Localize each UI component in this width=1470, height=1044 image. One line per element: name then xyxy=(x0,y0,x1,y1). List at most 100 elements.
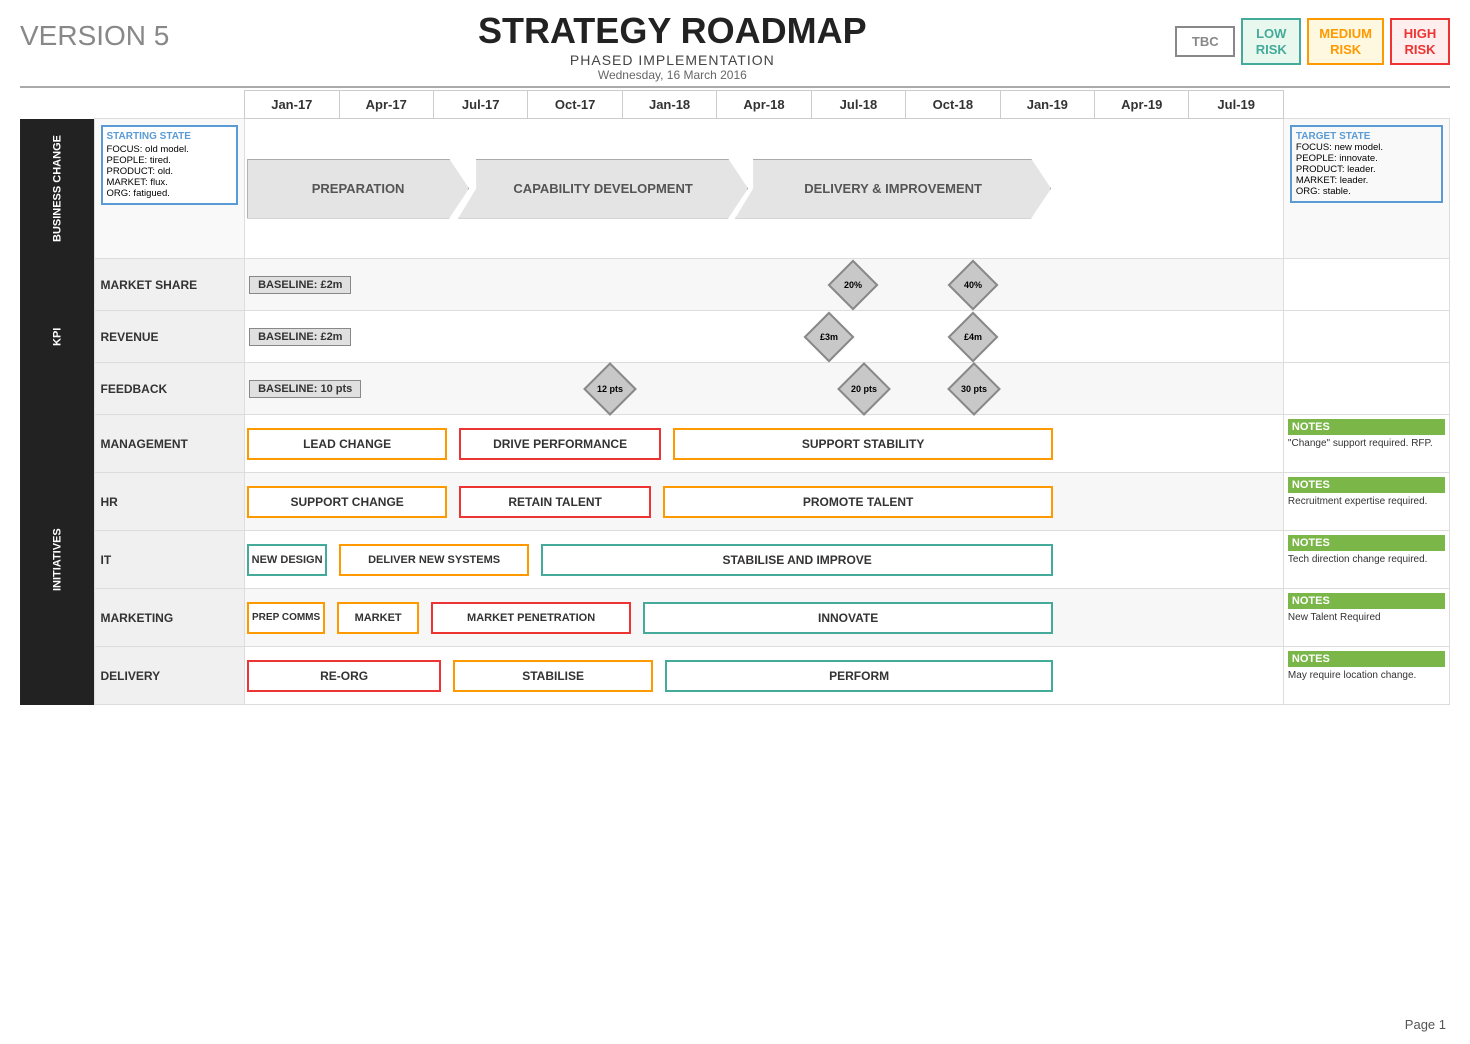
it-notes-title: NOTES xyxy=(1288,535,1445,551)
bar-re-org: RE-ORG xyxy=(247,660,441,692)
version-label: VERSION 5 xyxy=(20,10,169,52)
col-apr19: Apr-19 xyxy=(1095,91,1189,119)
market-share-notes xyxy=(1283,259,1449,311)
kpi-revenue-row: REVENUE BASELINE: £2m £3m £4m xyxy=(20,311,1450,363)
col-jan19: Jan-19 xyxy=(1000,91,1094,119)
feedback-diamond-12: 12 pts xyxy=(583,362,637,416)
risk-badges: TBC LOWRISK MEDIUMRISK HIGHRISK xyxy=(1175,10,1450,65)
market-share-diamond-40: 40% xyxy=(948,259,999,310)
phase-delivery: DELIVERY & IMPROVEMENT xyxy=(735,159,1051,219)
kpi-market-share-row: KPI MARKET SHARE BASELINE: £2m 20% 40% xyxy=(20,259,1450,311)
risk-badge-tbc: TBC xyxy=(1175,26,1235,58)
main-title: STRATEGY ROADMAP xyxy=(169,10,1175,52)
hr-content: SUPPORT CHANGE RETAIN TALENT PROMOTE TAL… xyxy=(245,473,1284,531)
starting-state-line5: ORG: fatigued. xyxy=(107,188,233,199)
revenue-content: BASELINE: £2m £3m £4m xyxy=(245,311,1284,363)
bar-deliver-new-systems: DELIVER NEW SYSTEMS xyxy=(339,544,529,576)
management-notes: NOTES "Change" support required. RFP. xyxy=(1283,415,1449,473)
hr-notes-content: Recruitment expertise required. xyxy=(1288,495,1445,508)
bar-perform: PERFORM xyxy=(665,660,1053,692)
header: VERSION 5 STRATEGY ROADMAP PHASED IMPLEM… xyxy=(20,10,1450,82)
delivery-label: DELIVERY xyxy=(94,647,245,705)
target-line1: FOCUS: new model. xyxy=(1296,142,1437,153)
revenue-notes xyxy=(1283,311,1449,363)
target-state-cell: TARGET STATE FOCUS: new model. PEOPLE: i… xyxy=(1283,119,1449,259)
revenue-baseline: BASELINE: £2m xyxy=(249,328,351,346)
col-jul17: Jul-17 xyxy=(433,91,527,119)
market-share-content: BASELINE: £2m 20% 40% xyxy=(245,259,1284,311)
bar-stabilise-improve: STABILISE AND IMPROVE xyxy=(541,544,1053,576)
bar-promote-talent: PROMOTE TALENT xyxy=(663,486,1053,518)
delivery-row: DELIVERY RE-ORG STABILISE PERFORM xyxy=(20,647,1450,705)
col-apr18: Apr-18 xyxy=(717,91,811,119)
bar-stabilise: STABILISE xyxy=(453,660,653,692)
starting-state-line3: PRODUCT: old. xyxy=(107,166,233,177)
phases-cell: PREPARATION CAPABILITY DEVELOPMENT DELIV… xyxy=(245,119,1284,259)
it-notes: NOTES Tech direction change required. xyxy=(1283,531,1449,589)
feedback-notes xyxy=(1283,363,1449,415)
risk-badge-low: LOWRISK xyxy=(1241,18,1301,65)
delivery-notes-title: NOTES xyxy=(1288,651,1445,667)
bar-market-penetration: MARKET PENETRATION xyxy=(431,602,631,634)
feedback-diamond-20: 20 pts xyxy=(837,362,891,416)
biz-change-section-label: BUSINESS CHANGE xyxy=(20,119,94,259)
feedback-label: FEEDBACK xyxy=(94,363,245,415)
subtitle: PHASED IMPLEMENTATION xyxy=(169,52,1175,68)
timeline-header-row: Jan-17 Apr-17 Jul-17 Oct-17 Jan-18 Apr-1… xyxy=(20,91,1450,119)
it-label: IT xyxy=(94,531,245,589)
starting-state-line2: PEOPLE: tired. xyxy=(107,155,233,166)
starting-state-line1: FOCUS: old model. xyxy=(107,144,233,155)
kpi-feedback-row: FEEDBACK BASELINE: 10 pts 12 pts 20 pts … xyxy=(20,363,1450,415)
risk-badge-high: HIGHRISK xyxy=(1390,18,1450,65)
bar-support-stability: SUPPORT STABILITY xyxy=(673,428,1053,460)
target-line4: MARKET: leader. xyxy=(1296,175,1437,186)
starting-state-cell: STARTING STATE FOCUS: old model. PEOPLE:… xyxy=(94,119,245,259)
bar-lead-change: LEAD CHANGE xyxy=(247,428,447,460)
bar-prep-comms: PREP COMMS xyxy=(247,602,325,634)
target-state-title: TARGET STATE xyxy=(1296,131,1437,142)
management-notes-title: NOTES xyxy=(1288,419,1445,435)
header-center: STRATEGY ROADMAP PHASED IMPLEMENTATION W… xyxy=(169,10,1175,82)
target-line5: ORG: stable. xyxy=(1296,186,1437,197)
initiatives-section-label: INITIATIVES xyxy=(20,415,94,705)
bar-drive-performance: DRIVE PERFORMANCE xyxy=(459,428,661,460)
management-row: INITIATIVES MANAGEMENT LEAD CHANGE DRIVE… xyxy=(20,415,1450,473)
kpi-section-label: KPI xyxy=(20,259,94,415)
starting-state-title: STARTING STATE xyxy=(107,131,233,142)
header-divider xyxy=(20,86,1450,88)
col-jan17: Jan-17 xyxy=(245,91,339,119)
col-jul19: Jul-19 xyxy=(1189,91,1283,119)
revenue-diamond-4m: £4m xyxy=(948,311,999,362)
hr-row: HR SUPPORT CHANGE RETAIN TALENT PROMOTE … xyxy=(20,473,1450,531)
it-content: NEW DESIGN DELIVER NEW SYSTEMS STABILISE… xyxy=(245,531,1284,589)
management-content: LEAD CHANGE DRIVE PERFORMANCE SUPPORT ST… xyxy=(245,415,1284,473)
feedback-content: BASELINE: 10 pts 12 pts 20 pts 30 pts xyxy=(245,363,1284,415)
bar-support-change: SUPPORT CHANGE xyxy=(247,486,447,518)
hr-label: HR xyxy=(94,473,245,531)
feedback-baseline: BASELINE: 10 pts xyxy=(249,380,361,398)
biz-change-row: BUSINESS CHANGE STARTING STATE FOCUS: ol… xyxy=(20,119,1450,259)
marketing-notes-content: New Talent Required xyxy=(1288,611,1445,624)
market-share-diamond-20: 20% xyxy=(828,259,879,310)
hr-notes: NOTES Recruitment expertise required. xyxy=(1283,473,1449,531)
market-share-baseline: BASELINE: £2m xyxy=(249,276,351,294)
it-row: IT NEW DESIGN DELIVER NEW SYSTEMS STABIL… xyxy=(20,531,1450,589)
phase-preparation: PREPARATION xyxy=(247,159,469,219)
delivery-content: RE-ORG STABILISE PERFORM xyxy=(245,647,1284,705)
delivery-notes: NOTES May require location change. xyxy=(1283,647,1449,705)
page-number: Page 1 xyxy=(1405,1017,1446,1032)
date-line: Wednesday, 16 March 2016 xyxy=(169,68,1175,82)
hr-notes-title: NOTES xyxy=(1288,477,1445,493)
page-wrapper: VERSION 5 STRATEGY ROADMAP PHASED IMPLEM… xyxy=(0,0,1470,1044)
risk-badge-medium: MEDIUMRISK xyxy=(1307,18,1384,65)
col-jul18: Jul-18 xyxy=(811,91,905,119)
bar-retain-talent: RETAIN TALENT xyxy=(459,486,651,518)
col-oct18: Oct-18 xyxy=(906,91,1000,119)
target-line2: PEOPLE: innovate. xyxy=(1296,153,1437,164)
phase-capability: CAPABILITY DEVELOPMENT xyxy=(458,159,748,219)
marketing-notes-title: NOTES xyxy=(1288,593,1445,609)
delivery-notes-content: May require location change. xyxy=(1288,669,1445,682)
marketing-label: MARKETING xyxy=(94,589,245,647)
main-table: Jan-17 Apr-17 Jul-17 Oct-17 Jan-18 Apr-1… xyxy=(20,90,1450,705)
marketing-row: MARKETING PREP COMMS MARKET MARKET PENET… xyxy=(20,589,1450,647)
